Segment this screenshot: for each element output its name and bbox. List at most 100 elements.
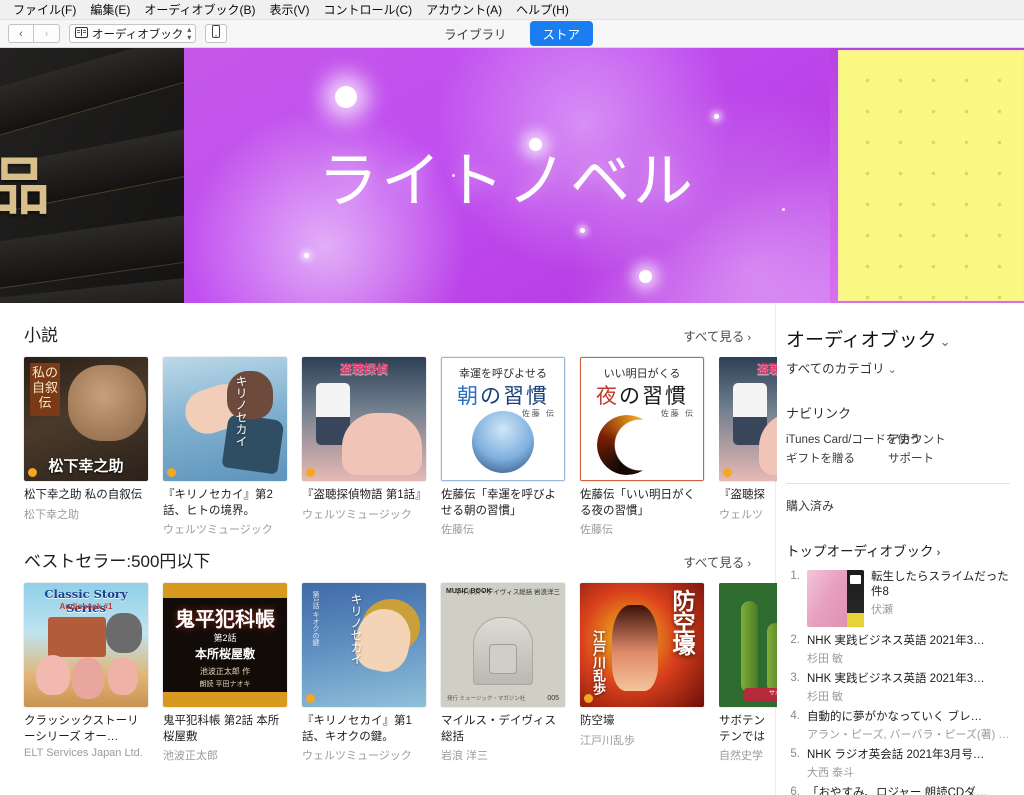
album-card[interactable]: サボテン サボテン テンでは 自然史学 <box>719 583 777 763</box>
album-card[interactable]: MUSIC BOOK マイルス・デイヴィス総括 岩浪洋三 005 発行 ミュージ… <box>441 583 565 763</box>
sidebar-all-categories[interactable]: すべてのカテゴリ ⌄ <box>786 358 1010 377</box>
top-audiobook-artist: 杉田 敏 <box>807 652 844 665</box>
album-card[interactable]: いい明日がくる 夜の習慣 佐藤 伝 佐藤伝「いい明日がくる夜の習慣」 佐藤伝 <box>580 357 704 537</box>
tab-library[interactable]: ライブラリ <box>431 21 520 46</box>
shelf-bestsellers: ベストセラー:500円以下 すべて見る › Classic Story Serie… <box>24 547 777 763</box>
artwork-big-text: 朝の習慣 <box>442 380 564 410</box>
album-title: 『キリノセカイ』第2話、ヒトの境界。 <box>163 489 273 517</box>
nav-link-support[interactable]: サポート <box>888 450 934 466</box>
see-all-link[interactable]: すべて見る › <box>683 326 751 345</box>
album-artist: ウェルツミュージック <box>302 508 412 521</box>
menu-item-audiobook[interactable]: オーディオブック(B) <box>137 0 262 20</box>
artwork-shape <box>597 415 657 475</box>
top-audiobooks-heading[interactable]: トップオーディオブック › <box>786 540 1010 560</box>
hero-banner-left[interactable]: 品 <box>0 48 184 303</box>
nav-link-account[interactable]: アカウント <box>888 431 946 447</box>
artwork-shape <box>72 657 104 700</box>
artwork-narrator-text: 朗読 平田ナオキ <box>199 681 251 689</box>
audiobook-badge-icon <box>167 468 176 477</box>
see-all-link[interactable]: すべて見る › <box>683 552 751 571</box>
top-audiobook-artist: 伏瀬 <box>871 603 893 616</box>
menu-item-file[interactable]: ファイル(F) <box>6 0 83 20</box>
hero-right-panel <box>838 50 1024 301</box>
album-artwork: 幸運を呼びよせる 朝の習慣 佐藤 伝 <box>441 357 565 481</box>
tab-store[interactable]: ストア <box>529 21 594 46</box>
album-card[interactable]: 幸運を呼びよせる 朝の習慣 佐藤 伝 佐藤伝「幸運を呼びよせる朝の習慣」 佐藤伝 <box>441 357 565 537</box>
artwork-number-text: 005 <box>547 695 559 703</box>
album-title: 『盗聴探偵物語 第1話』 <box>302 489 426 501</box>
artwork-author-text: 佐藤 伝 <box>521 409 556 418</box>
hero-banner-main[interactable]: ライトノベル <box>184 48 830 303</box>
album-artist: ウェルツミュージック <box>163 524 273 537</box>
artwork-title-text: 鬼平犯科帳 <box>175 607 275 632</box>
top-audiobook-title: 転生したらスライムだった件8 <box>871 571 1009 598</box>
artwork-title-text: マイルス・デイヴィス総括 岩浪洋三 <box>454 589 560 597</box>
album-card[interactable]: 私の自叙伝 松下幸之助 松下幸之助 私の自叙伝 松下幸之助 <box>24 357 148 537</box>
album-artist: 佐藤伝 <box>441 524 474 537</box>
top-audiobook-item[interactable]: 4. 自動的に夢がかなっていく ブレ… アラン・ピーズ, バーバラ・ピーズ(著)… <box>786 710 1010 742</box>
store-library-tabs: ライブラリ ストア <box>431 21 594 46</box>
main-content: 小説 すべて見る› 私の自叙伝 松下幸之助 松下幸之助 私の自叙伝 松下幸之助 <box>0 303 777 795</box>
album-card[interactable]: 盗聴探偵 『盗聴探偵物語 第1話』 ウェルツミュージック <box>302 357 426 537</box>
artwork-caption-text: 発行 ミュージック・マガジン社 <box>447 696 526 703</box>
album-artist: ウェルツ <box>719 508 763 521</box>
artwork-shape <box>741 601 758 694</box>
hero-banner-right[interactable] <box>830 48 1024 303</box>
artwork-shape <box>108 657 138 696</box>
album-title: 『盗聴探 <box>719 489 765 501</box>
rank-number: 2. <box>790 634 800 646</box>
back-button[interactable]: ‹ <box>8 24 34 43</box>
sparkle <box>304 253 309 258</box>
album-title: 鬼平犯科帳 第2話 本所桜屋敷 <box>163 715 280 743</box>
album-title: 佐藤伝「幸運を呼びよせる朝の習慣」 <box>441 489 556 517</box>
artwork-author-text: 池波正太郎 作 <box>199 667 251 677</box>
artwork-top-text: 幸運を呼びよせる <box>459 367 547 380</box>
album-card[interactable]: 盗聴探偵 『盗聴探 ウェルツ <box>719 357 777 537</box>
rank-number: 6. <box>790 785 800 795</box>
album-card[interactable]: 鬼平犯科帳 第2話 本所桜屋敷 池波正太郎 作 朗読 平田ナオキ 鬼平犯科帳 第… <box>163 583 287 763</box>
artwork-shape <box>767 623 777 694</box>
media-kind-selector[interactable]: オーディオブック ▴ ▾ <box>69 24 197 43</box>
nav-link-purchased[interactable]: 購入済み <box>786 497 1010 514</box>
menu-item-help[interactable]: ヘルプ(H) <box>509 0 576 20</box>
album-artist: ELT Services Japan Ltd. <box>24 747 143 760</box>
nav-links-row: iTunes Card/コードを使う アカウント <box>786 431 1010 450</box>
sidebar-category-title[interactable]: オーディオブック ⌄ <box>786 325 1010 352</box>
shelf-header: ベストセラー:500円以下 すべて見る › <box>24 547 775 572</box>
menu-item-account[interactable]: アカウント(A) <box>419 0 509 20</box>
media-kind-label: オーディオブック <box>92 28 184 41</box>
see-all-label: すべて見る <box>683 330 745 344</box>
menu-item-edit[interactable]: 編集(E) <box>83 0 137 20</box>
album-artwork: 盗聴探偵 <box>302 357 426 481</box>
album-card[interactable]: キリノセカイ 第1話 キオクの鍵 『キリノセカイ』第1話、キオクの鍵。 ウェルツ… <box>302 583 426 763</box>
top-audiobooks-label: トップオーディオブック <box>786 544 934 559</box>
album-title: 『キリノセカイ』第1話、キオクの鍵。 <box>302 715 412 743</box>
top-audiobook-item[interactable]: 3. NHK 実践ビジネス英語 2021年3… 杉田 敏 <box>786 672 1010 704</box>
top-audiobook-body: NHK 実践ビジネス英語 2021年3… 杉田 敏 <box>807 634 1010 666</box>
device-button[interactable] <box>205 24 228 43</box>
menu-bar: ファイル(F) 編集(E) オーディオブック(B) 表示(V) コントロール(C… <box>0 0 1024 20</box>
menu-item-view[interactable]: 表示(V) <box>263 0 317 20</box>
album-card[interactable]: キリノセカイ 『キリノセカイ』第2話、ヒトの境界。 ウェルツミュージック <box>163 357 287 537</box>
album-title: 佐藤伝「いい明日がくる夜の習慣」 <box>580 489 695 517</box>
album-title: 松下幸之助 私の自叙伝 <box>24 489 143 501</box>
top-audiobook-item[interactable]: 5. NHK ラジオ英会話 2021年3月号… 大西 泰斗 <box>786 748 1010 780</box>
top-audiobook-item[interactable]: 6. 「おやすみ、ロジャー 朗読CDダ… <box>786 786 1010 795</box>
chevron-right-icon: › <box>936 547 941 559</box>
artwork-subtitle-text: 第1話 キオクの鍵 <box>312 591 319 646</box>
rank-number: 3. <box>790 671 800 684</box>
artwork-title-text: キリノセカイ <box>234 375 248 447</box>
album-artwork: 防空壕 江戸川乱歩 <box>580 583 704 708</box>
album-card[interactable]: 防空壕 江戸川乱歩 防空壕 江戸川乱歩 <box>580 583 704 763</box>
chevron-updown-icon: ▴ ▾ <box>187 24 191 42</box>
shelf-row: 私の自叙伝 松下幸之助 松下幸之助 私の自叙伝 松下幸之助 キリノセカイ 『キリ… <box>24 357 777 537</box>
chevron-right-icon: › <box>747 558 751 571</box>
album-card[interactable]: Classic Story Series Audiobook #1 クラッシック… <box>24 583 148 763</box>
forward-button[interactable]: › <box>34 24 60 43</box>
top-audiobook-item[interactable]: 1. 転生したらスライムだった件8 伏瀬 <box>786 570 1010 627</box>
nav-link-gift[interactable]: ギフトを贈る <box>786 450 855 466</box>
top-audiobook-item[interactable]: 2. NHK 実践ビジネス英語 2021年3… 杉田 敏 <box>786 634 1010 666</box>
artwork-shape <box>221 413 285 475</box>
menu-item-controls[interactable]: コントロール(C) <box>317 0 420 20</box>
shelf-header: 小説 すべて見る › <box>24 321 775 346</box>
